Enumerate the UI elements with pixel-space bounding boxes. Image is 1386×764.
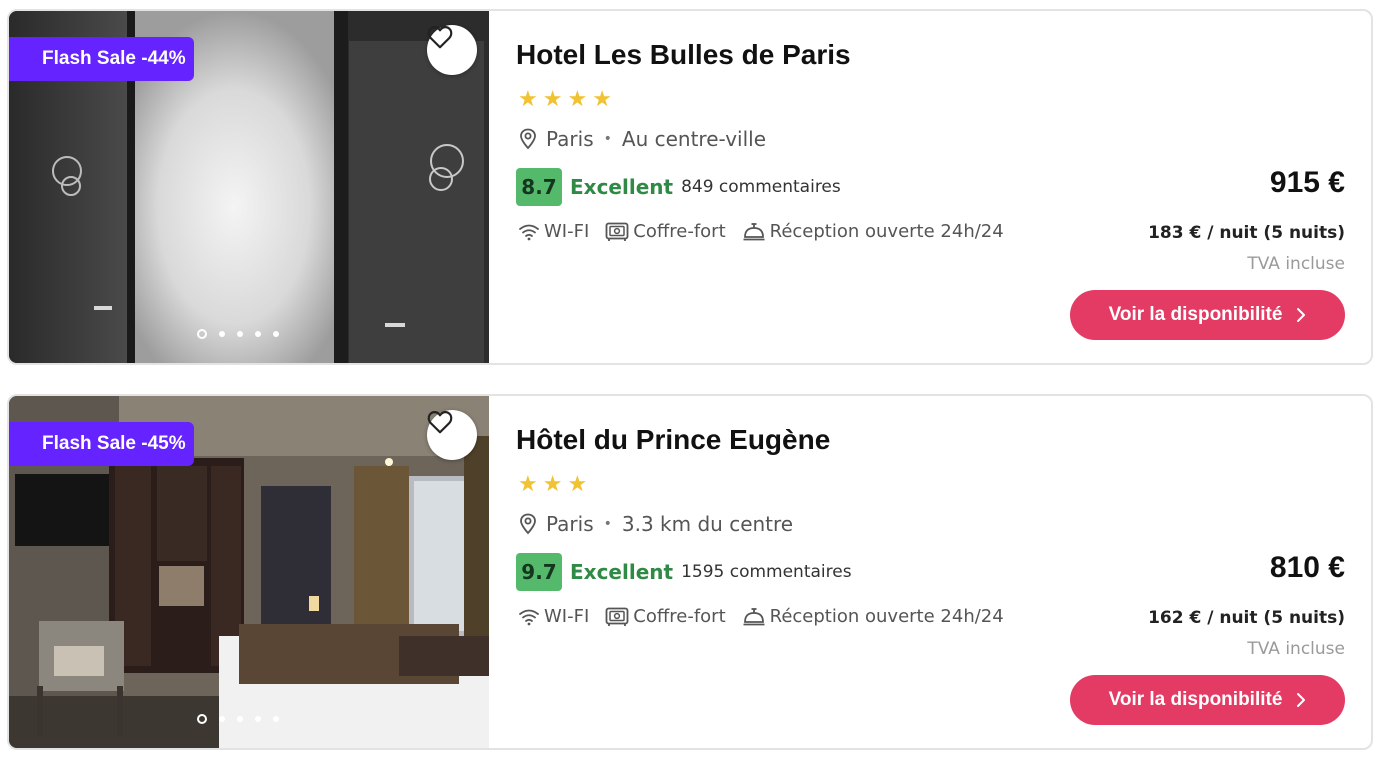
cta-label: Voir la disponibilité <box>1108 304 1283 325</box>
reception-bell-icon <box>743 607 765 625</box>
amenity-safe: Coffre-fort <box>605 606 726 627</box>
star-icon: ★ <box>542 87 563 112</box>
cta-label: Voir la disponibilité <box>1108 689 1283 710</box>
amenity-label: Coffre-fort <box>633 606 726 627</box>
location-separator: • <box>603 131 612 147</box>
star-icon: ★ <box>567 472 588 497</box>
review-rating[interactable]: 8.7 Excellent 849 commentaires <box>516 168 841 206</box>
carousel-dot[interactable] <box>219 716 225 722</box>
star-icon: ★ <box>592 87 612 112</box>
carousel-dot[interactable] <box>273 331 279 337</box>
photo-carousel-dots[interactable] <box>197 329 279 339</box>
check-availability-button[interactable]: Voir la disponibilité <box>1070 675 1345 725</box>
amenity-label: Coffre-fort <box>633 221 726 242</box>
carousel-dot[interactable] <box>273 716 279 722</box>
hotel-name[interactable]: Hôtel du Prince Eugène <box>516 424 830 456</box>
review-count: 1595 commentaires <box>681 562 852 582</box>
location-separator: • <box>603 516 612 532</box>
chevron-right-icon <box>1297 308 1306 322</box>
star-icon: ★ <box>518 472 538 497</box>
heart-outline-icon <box>427 26 453 49</box>
heart-outline-icon <box>427 411 453 434</box>
star-rating: ★ ★ ★ ★ <box>518 89 612 111</box>
flash-sale-badge: Flash Sale -44% <box>9 37 194 81</box>
hotel-photo[interactable]: Flash Sale -45% <box>9 396 489 748</box>
hotel-card[interactable]: Flash Sale -44% Hotel Les Bulles de Pari… <box>7 9 1373 365</box>
chevron-right-icon <box>1297 693 1306 707</box>
location-area: 3.3 km du centre <box>621 512 794 536</box>
review-rating[interactable]: 9.7 Excellent 1595 commentaires <box>516 553 852 591</box>
amenity-wifi: WI-FI <box>518 606 589 627</box>
hotel-location: Paris • 3.3 km du centre <box>518 512 793 536</box>
review-count: 849 commentaires <box>681 177 841 197</box>
review-score: 8.7 <box>516 168 562 206</box>
safe-icon <box>605 222 629 241</box>
review-score: 9.7 <box>516 553 562 591</box>
carousel-dot[interactable] <box>219 331 225 337</box>
hotel-photo[interactable]: Flash Sale -44% <box>9 11 489 363</box>
carousel-dot[interactable] <box>255 331 261 337</box>
amenity-label: Réception ouverte 24h/24 <box>769 606 1004 627</box>
wifi-icon <box>519 609 539 625</box>
photo-carousel-dots[interactable] <box>197 714 279 724</box>
flash-sale-badge: Flash Sale -45% <box>9 422 194 466</box>
amenity-reception: Réception ouverte 24h/24 <box>742 606 1004 627</box>
carousel-dot[interactable] <box>237 716 243 722</box>
reception-bell-icon <box>743 222 765 240</box>
hotel-location: Paris • Au centre-ville <box>518 127 766 151</box>
amenity-safe: Coffre-fort <box>605 221 726 242</box>
carousel-dot[interactable] <box>237 331 243 337</box>
favorite-button[interactable] <box>427 410 477 460</box>
amenity-label: WI-FI <box>544 606 590 627</box>
price-per-night: 162 € / nuit (5 nuits) <box>1148 608 1345 628</box>
location-city: Paris <box>546 512 594 536</box>
hotel-name[interactable]: Hotel Les Bulles de Paris <box>516 39 851 71</box>
amenity-label: Réception ouverte 24h/24 <box>769 221 1004 242</box>
location-city: Paris <box>546 127 594 151</box>
carousel-dot-active[interactable] <box>197 714 207 724</box>
review-score-label: Excellent <box>570 175 674 199</box>
total-price: 810 € <box>1269 551 1345 584</box>
check-availability-button[interactable]: Voir la disponibilité <box>1070 290 1345 340</box>
amenity-wifi: WI-FI <box>518 221 589 242</box>
amenities-list: WI-FI Coffre-fort Réception ouverte 24h/… <box>518 221 1004 242</box>
map-pin-icon <box>520 128 536 150</box>
wifi-icon <box>519 224 539 240</box>
amenity-label: WI-FI <box>544 221 590 242</box>
vat-note: TVA incluse <box>1247 254 1345 274</box>
star-rating: ★ ★ ★ <box>518 474 587 496</box>
amenity-reception: Réception ouverte 24h/24 <box>742 221 1004 242</box>
carousel-dot[interactable] <box>255 716 261 722</box>
location-area: Au centre-ville <box>621 127 767 151</box>
total-price: 915 € <box>1269 166 1345 199</box>
review-score-label: Excellent <box>570 560 674 584</box>
hotel-card[interactable]: Flash Sale -45% Hôtel du Prince Eugène ★… <box>7 394 1373 750</box>
star-icon: ★ <box>518 87 538 112</box>
amenities-list: WI-FI Coffre-fort Réception ouverte 24h/… <box>518 606 1004 627</box>
price-per-night: 183 € / nuit (5 nuits) <box>1148 223 1345 243</box>
star-icon: ★ <box>567 87 588 112</box>
carousel-dot-active[interactable] <box>197 329 207 339</box>
map-pin-icon <box>520 513 536 535</box>
safe-icon <box>605 607 629 626</box>
vat-note: TVA incluse <box>1247 639 1345 659</box>
star-icon: ★ <box>542 472 563 497</box>
favorite-button[interactable] <box>427 25 477 75</box>
